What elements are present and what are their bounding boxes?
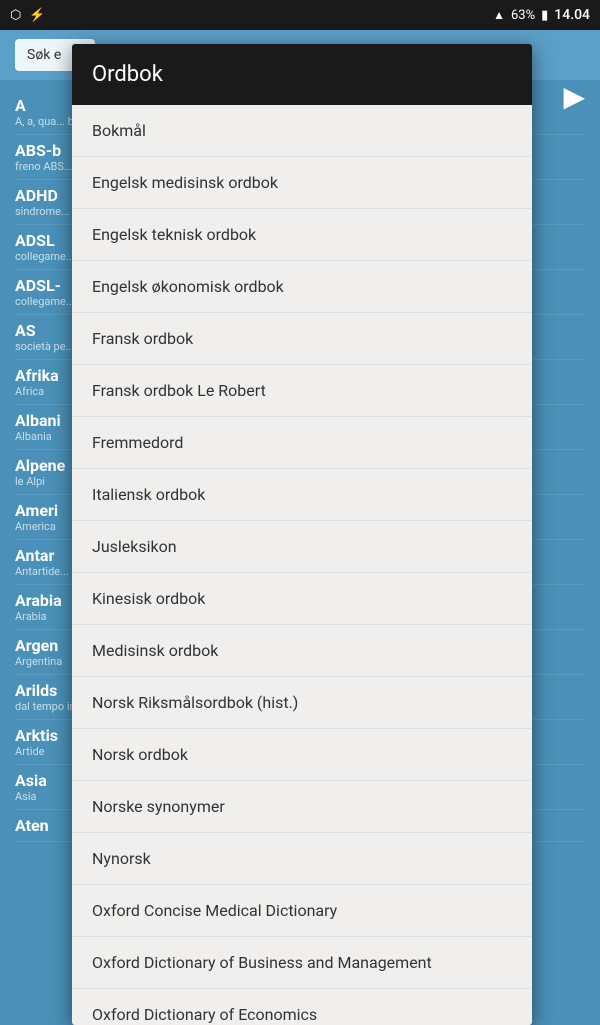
dropdown-item-label: Fransk ordbok Le Robert	[92, 381, 266, 400]
battery-percentage: 63%	[511, 8, 535, 23]
dictionary-dropdown: Ordbok Bokmål Engelsk medisinsk ordbok Eng…	[72, 44, 532, 1025]
dropdown-item[interactable]: Norsk Riksmålsordbok (hist.)	[72, 677, 532, 729]
dropdown-header: Ordbok	[72, 44, 532, 105]
dropdown-item-label: Jusleksikon	[92, 537, 177, 556]
dropdown-item-label: Engelsk økonomisk ordbok	[92, 277, 284, 296]
dropdown-item[interactable]: Engelsk økonomisk ordbok	[72, 261, 532, 313]
dropdown-item[interactable]: Oxford Dictionary of Economics	[72, 989, 532, 1025]
dropdown-item-label: Medisinsk ordbok	[92, 641, 218, 660]
dropdown-item-label: Engelsk teknisk ordbok	[92, 225, 256, 244]
dropdown-item-label: Oxford Dictionary of Economics	[92, 1005, 317, 1024]
device-icon: ⚡	[29, 8, 45, 23]
dropdown-item[interactable]: Medisinsk ordbok	[72, 625, 532, 677]
status-bar-right: ▲ 63% ▮ 14.04	[493, 7, 590, 23]
dropdown-item-label: Italiensk ordbok	[92, 485, 205, 504]
dropdown-item-label: Oxford Dictionary of Business and Manage…	[92, 953, 432, 972]
usb-icon: ⬡	[10, 8, 21, 23]
dropdown-item[interactable]: Norske synonymer	[72, 781, 532, 833]
dropdown-item[interactable]: Fremmedord	[72, 417, 532, 469]
arrow-button[interactable]: ▶	[563, 80, 585, 113]
dropdown-item-label: Oxford Concise Medical Dictionary	[92, 901, 337, 920]
dropdown-item[interactable]: Jusleksikon	[72, 521, 532, 573]
dropdown-item-label: Engelsk medisinsk ordbok	[92, 173, 278, 192]
battery-icon: ▮	[541, 8, 548, 23]
dropdown-list[interactable]: Bokmål Engelsk medisinsk ordbok Engelsk te…	[72, 105, 532, 1025]
dropdown-item-label: Nynorsk	[92, 849, 151, 868]
dropdown-item-label: Fremmedord	[92, 433, 183, 452]
dropdown-item[interactable]: Kinesisk ordbok	[72, 573, 532, 625]
dropdown-item[interactable]: Engelsk teknisk ordbok	[72, 209, 532, 261]
dropdown-title: Ordbok	[92, 62, 163, 87]
dropdown-item[interactable]: Fransk ordbok	[72, 313, 532, 365]
dropdown-item-label: Norsk Riksmålsordbok (hist.)	[92, 693, 298, 712]
status-bar-left: ⬡ ⚡	[10, 8, 46, 23]
dropdown-item-label: Kinesisk ordbok	[92, 589, 205, 608]
dropdown-item[interactable]: Fransk ordbok Le Robert	[72, 365, 532, 417]
dropdown-item[interactable]: Norsk ordbok	[72, 729, 532, 781]
dropdown-item[interactable]: Oxford Concise Medical Dictionary	[72, 885, 532, 937]
dropdown-item-label: Bokmål	[92, 121, 146, 140]
dropdown-item[interactable]: Engelsk medisinsk ordbok	[72, 157, 532, 209]
time-display: 14.04	[554, 7, 590, 23]
dropdown-item-label: Fransk ordbok	[92, 329, 193, 348]
dropdown-item-label: Norske synonymer	[92, 797, 225, 816]
dropdown-item[interactable]: Nynorsk	[72, 833, 532, 885]
dropdown-item[interactable]: Bokmål	[72, 105, 532, 157]
dropdown-item[interactable]: Italiensk ordbok	[72, 469, 532, 521]
dropdown-item[interactable]: Oxford Dictionary of Business and Manage…	[72, 937, 532, 989]
dropdown-item-label: Norsk ordbok	[92, 745, 188, 764]
wifi-icon: ▲	[493, 8, 505, 22]
status-bar: ⬡ ⚡ ▲ 63% ▮ 14.04	[0, 0, 600, 30]
